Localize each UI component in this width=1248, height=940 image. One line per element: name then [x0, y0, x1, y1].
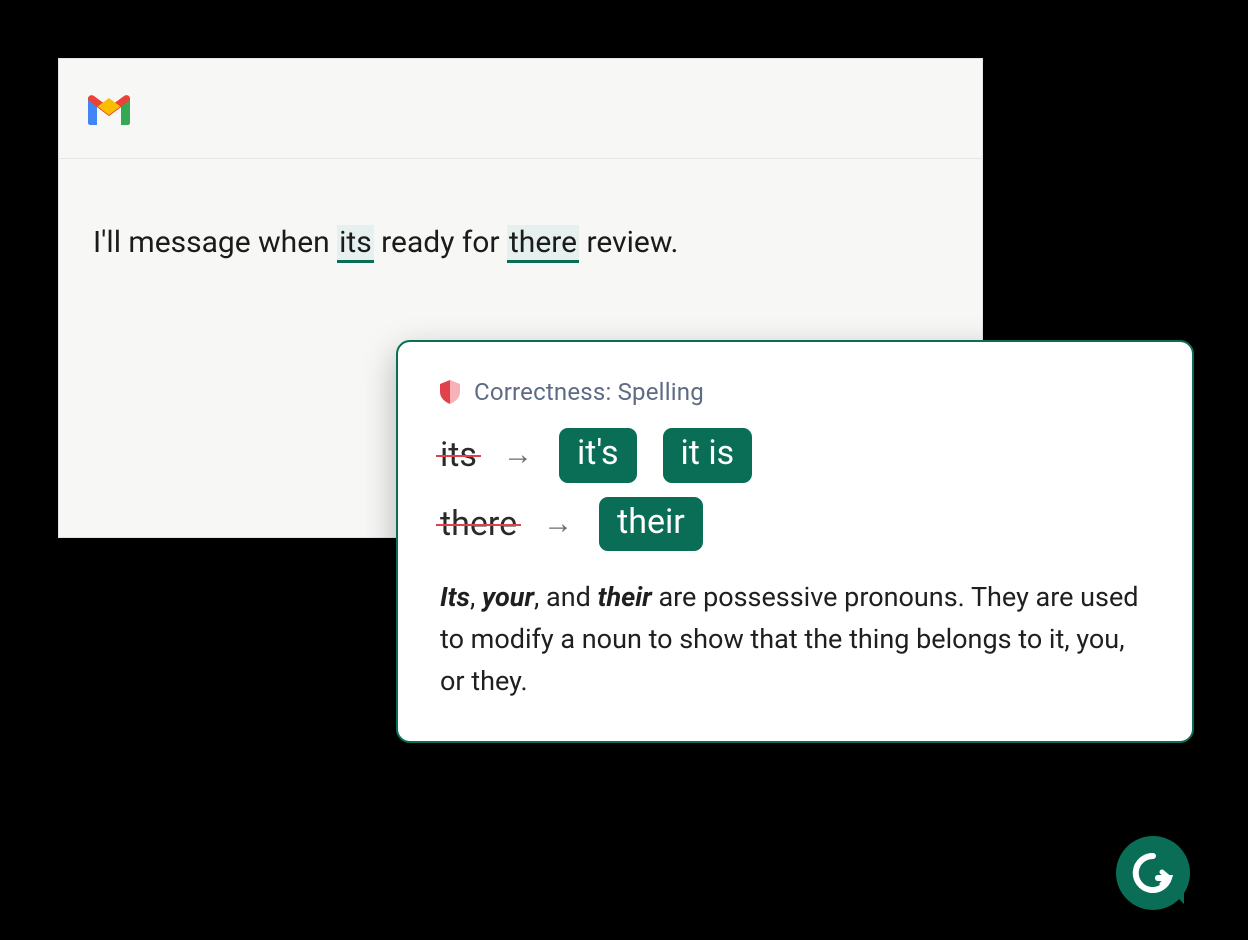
compose-header	[59, 59, 982, 159]
suggestion-chip[interactable]: it is	[663, 428, 753, 483]
suggestion-card: Correctness: Spelling its → it's it is t…	[396, 340, 1194, 743]
explanation-text: Its, your, and their are possessive pron…	[440, 577, 1150, 703]
flagged-word-there[interactable]: there	[507, 225, 579, 263]
bold-term: Its	[440, 581, 470, 613]
card-category-label: Correctness: Spelling	[474, 378, 704, 406]
text-segment: I'll message when	[93, 225, 337, 260]
card-label-row: Correctness: Spelling	[440, 378, 1150, 406]
suggestion-chip[interactable]: their	[599, 497, 703, 552]
suggestion-chip[interactable]: it's	[559, 428, 637, 483]
bold-term: their	[598, 581, 652, 613]
text-segment: ready for	[374, 225, 507, 260]
bold-term: your	[482, 581, 534, 613]
compose-body[interactable]: I'll message when its ready for there re…	[59, 159, 982, 327]
replace-row-0: its → it's it is	[440, 428, 1150, 483]
shield-icon	[440, 380, 460, 404]
original-word: there	[440, 504, 517, 544]
original-word: its	[440, 435, 477, 475]
text-segment: ,	[470, 581, 482, 613]
arrow-icon: →	[503, 440, 533, 470]
flagged-word-its[interactable]: its	[337, 225, 374, 263]
arrow-icon: →	[543, 509, 573, 539]
text-segment: review.	[579, 225, 678, 260]
text-segment: , and	[534, 581, 598, 613]
grammarly-g-icon	[1130, 850, 1176, 896]
gmail-icon	[87, 92, 131, 126]
replace-row-1: there → their	[440, 497, 1150, 552]
grammarly-badge[interactable]	[1116, 836, 1190, 910]
